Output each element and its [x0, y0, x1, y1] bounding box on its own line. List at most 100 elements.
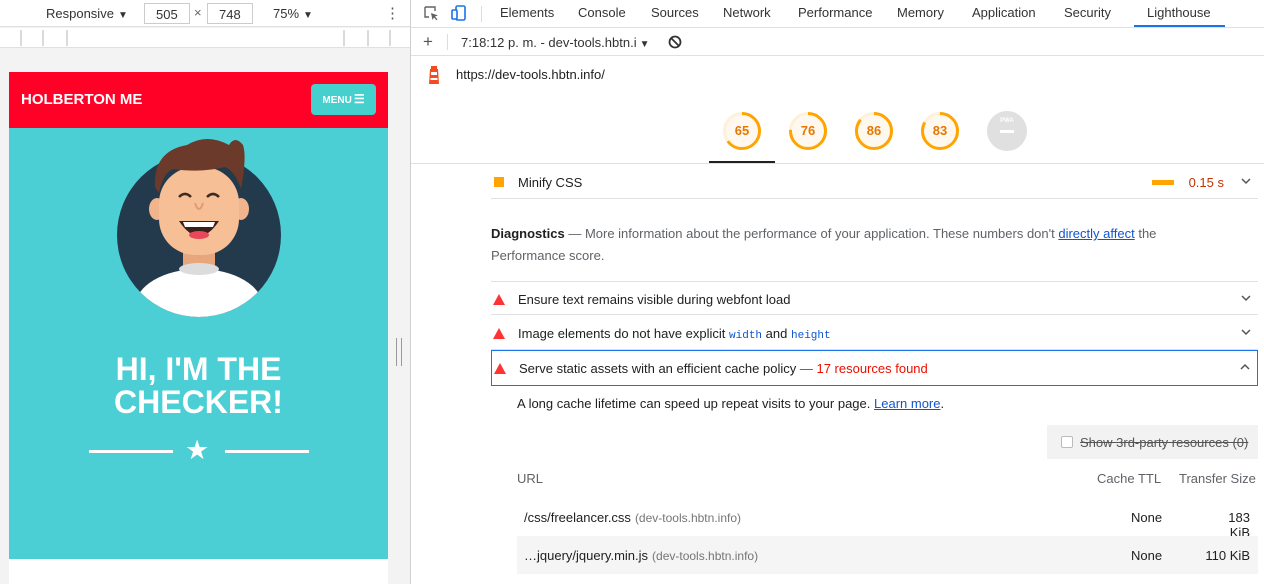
- tab-application[interactable]: Application: [972, 5, 1036, 20]
- audit-unsized-images[interactable]: Image elements do not have explicit widt…: [491, 316, 1258, 350]
- toolbar-separator: [481, 6, 482, 22]
- hero-title-line-1: HI, I'M THE: [115, 351, 282, 387]
- performance-score: 65: [734, 123, 750, 138]
- chevron-down-icon: [1241, 329, 1251, 336]
- diagnostics-text: More information about the performance o…: [584, 226, 1055, 241]
- menu-button[interactable]: MENU ☰: [311, 84, 376, 115]
- star-divider: ★: [89, 436, 309, 466]
- more-options-icon[interactable]: ⋮: [385, 4, 400, 22]
- selected-category-indicator: [709, 161, 775, 163]
- cache-description-text: A long cache lifetime can speed up repea…: [517, 396, 871, 411]
- tab-console[interactable]: Console: [578, 5, 626, 20]
- audit-title: Serve static assets with an efficient ca…: [519, 361, 928, 376]
- hamburger-icon: ☰: [353, 92, 365, 106]
- pwa-label: PWA: [1000, 118, 1014, 124]
- report-select[interactable]: 7:18:12 p. m. - dev-tools.hbtn.i ▼: [461, 35, 650, 50]
- hero-title: HI, I'M THE CHECKER!: [9, 353, 388, 419]
- device-toolbar-icon[interactable]: [451, 5, 467, 21]
- tab-sources[interactable]: Sources: [651, 5, 699, 20]
- average-score-icon: [494, 177, 504, 187]
- directly-affect-link[interactable]: directly affect: [1058, 226, 1134, 241]
- audit-title: Ensure text remains visible during webfo…: [518, 292, 791, 307]
- chevron-down-icon: [1241, 295, 1251, 302]
- height-input[interactable]: 748: [207, 3, 253, 24]
- inspect-element-icon[interactable]: [423, 5, 439, 21]
- device-select-label: Responsive: [46, 6, 114, 21]
- table-row: /css/freelancer.css (dev-tools.hbtn.info)…: [517, 498, 1258, 540]
- fail-icon: [493, 294, 505, 305]
- audit-title-text: Serve static assets with an efficient ca…: [519, 361, 797, 376]
- dropdown-caret-icon: ▼: [117, 10, 128, 21]
- menu-button-label: MENU: [322, 95, 352, 106]
- masthead: HI, I'M THE CHECKER! ★: [9, 128, 388, 559]
- zoom-label: 75%: [273, 6, 300, 21]
- lighthouse-toolbar: + 7:18:12 p. m. - dev-tools.hbtn.i ▼: [411, 28, 1264, 56]
- resource-host: (dev-tools.hbtn.info): [634, 511, 741, 525]
- audit-title-and: and: [765, 326, 788, 341]
- report-select-label: 7:18:12 p. m. - dev-tools.hbtn.i: [461, 35, 637, 50]
- new-report-icon[interactable]: +: [423, 32, 433, 52]
- seo-score: 83: [932, 123, 948, 138]
- resource-path: …jquery/jquery.min.js: [524, 548, 649, 563]
- avatar: [117, 139, 281, 317]
- table-row: …jquery/jquery.min.js (dev-tools.hbtn.inf…: [517, 536, 1258, 574]
- cache-ttl-value: None: [1131, 548, 1163, 563]
- resource-url[interactable]: …jquery/jquery.min.js (dev-tools.hbtn.inf…: [524, 548, 758, 563]
- table-header: URL Cache TTL Transfer Size: [517, 471, 1258, 491]
- third-party-label: Show 3rd-party resources (0): [1080, 435, 1249, 450]
- tab-lighthouse[interactable]: Lighthouse: [1147, 5, 1211, 20]
- audit-cache-policy[interactable]: Serve static assets with an efficient ca…: [491, 350, 1258, 386]
- media-query-ruler[interactable]: [0, 28, 410, 48]
- best-practices-score: 86: [866, 123, 882, 138]
- fail-icon: [494, 363, 506, 374]
- resize-handle[interactable]: [396, 338, 402, 366]
- star-icon: ★: [185, 435, 210, 465]
- tab-security[interactable]: Security: [1064, 5, 1111, 20]
- resource-url[interactable]: /css/freelancer.css (dev-tools.hbtn.info): [524, 510, 741, 525]
- device-toolbar: Responsive ▼ 505 × 748 75% ▼ ⋮: [0, 0, 410, 27]
- device-select[interactable]: Responsive ▼: [46, 6, 128, 21]
- tab-network[interactable]: Network: [723, 5, 771, 20]
- site-brand[interactable]: HOLBERTON ME: [21, 91, 142, 108]
- diagnostics-separator: —: [568, 226, 582, 241]
- diagnostics-description: Diagnostics — More information about the…: [491, 223, 1191, 267]
- column-url: URL: [517, 471, 544, 486]
- savings-bar: [1152, 180, 1174, 185]
- divider-line: [225, 450, 309, 453]
- report-content: Minify CSS 0.15 s Diagnostics — More inf…: [411, 165, 1264, 584]
- divider-line: [89, 450, 173, 453]
- chevron-up-icon: [1240, 363, 1250, 370]
- resources-found-count: — 17 resources found: [799, 361, 928, 376]
- clear-reports-icon[interactable]: [668, 35, 682, 49]
- tab-elements[interactable]: Elements: [500, 5, 554, 20]
- emulated-page: HOLBERTON ME MENU ☰ HI, I'M THE CHECKER!…: [9, 72, 388, 584]
- fail-icon: [493, 328, 505, 339]
- learn-more-link[interactable]: Learn more: [874, 396, 940, 411]
- column-transfer-size: Transfer Size: [1179, 471, 1256, 486]
- audit-font-display[interactable]: Ensure text remains visible during webfo…: [491, 281, 1258, 315]
- chevron-down-icon: [1241, 178, 1251, 185]
- third-party-filter[interactable]: Show 3rd-party resources (0): [1047, 425, 1258, 459]
- column-cache-ttl: Cache TTL: [1097, 471, 1162, 486]
- dropdown-caret-icon: ▼: [303, 10, 313, 21]
- cache-ttl-value: None: [1131, 510, 1163, 525]
- report-url-bar: https://dev-tools.hbtn.info/: [411, 57, 1264, 92]
- audit-minify-css[interactable]: Minify CSS 0.15 s: [491, 165, 1258, 199]
- lighthouse-logo-icon: [429, 66, 439, 84]
- third-party-checkbox[interactable]: [1061, 436, 1073, 448]
- code-height: height: [791, 330, 831, 342]
- hero-title-line-2: CHECKER!: [114, 384, 283, 420]
- code-width: width: [729, 330, 763, 342]
- score-gauges: 65 76 86 83 PWA: [411, 93, 1264, 164]
- pwa-badge[interactable]: [987, 111, 1027, 151]
- site-navbar: HOLBERTON ME MENU ☰: [9, 72, 388, 128]
- tab-memory[interactable]: Memory: [897, 5, 944, 20]
- active-tab-indicator: [1134, 25, 1225, 27]
- accessibility-score: 76: [800, 123, 816, 138]
- zoom-select[interactable]: 75% ▼: [273, 6, 313, 21]
- devtools-pane: Elements Console Sources Network Perform…: [410, 0, 1264, 584]
- tab-performance[interactable]: Performance: [798, 5, 872, 20]
- audit-title: Minify CSS: [518, 175, 583, 190]
- width-input[interactable]: 505: [144, 3, 190, 24]
- diagnostics-heading: Diagnostics: [491, 226, 565, 241]
